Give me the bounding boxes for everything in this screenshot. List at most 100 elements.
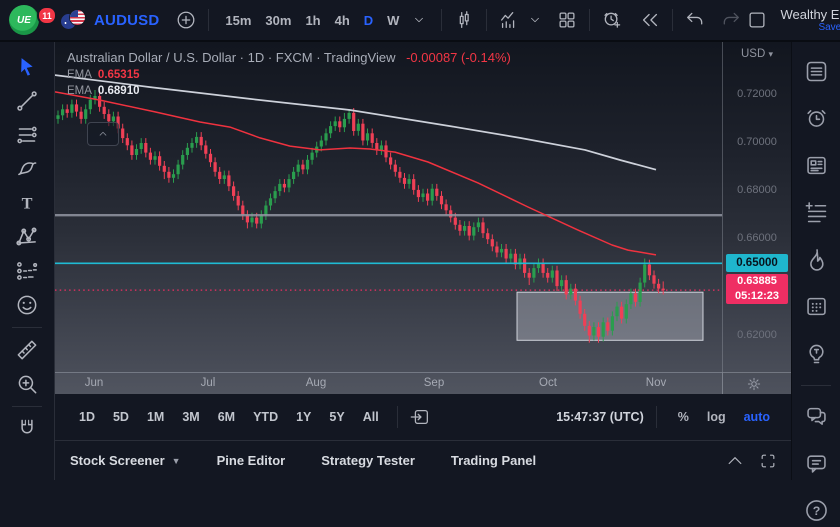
- alerts-icon: [803, 105, 830, 132]
- calendar-panel-button[interactable]: [799, 289, 833, 323]
- watchlist-panel-button[interactable]: [799, 54, 833, 88]
- broker-logo[interactable]: UE 11: [9, 5, 39, 35]
- redo-button[interactable]: [718, 7, 744, 33]
- divider: [656, 406, 657, 428]
- chat-private-panel-button[interactable]: [799, 446, 833, 480]
- chart-pane[interactable]: Australian Dollar / U.S. Dollar · 1D · F…: [55, 42, 722, 394]
- calendar-icon: [803, 293, 830, 320]
- forecast-tool-button[interactable]: [10, 254, 44, 288]
- range-5d-button[interactable]: 5D: [104, 410, 138, 424]
- timeframe-w[interactable]: W: [380, 13, 406, 28]
- zoom-in-tool-button[interactable]: [10, 367, 44, 401]
- pattern-tool-button[interactable]: [10, 220, 44, 254]
- indicator-templates-button[interactable]: [554, 7, 580, 33]
- svg-text:T: T: [22, 194, 33, 212]
- auto-scale-button[interactable]: auto: [735, 410, 779, 424]
- go-to-date-button[interactable]: [407, 404, 433, 430]
- range-all-button[interactable]: All: [354, 410, 388, 424]
- time-axis[interactable]: JunJulAugSepOctNov: [55, 372, 722, 394]
- us-flag-icon: [70, 10, 85, 25]
- timeframe-1h[interactable]: 1h: [298, 13, 327, 28]
- price-tick: 0.68000: [723, 184, 791, 196]
- range-1m-button[interactable]: 1M: [138, 410, 173, 424]
- chat-public-panel-button[interactable]: [799, 399, 833, 433]
- range-ytd-button[interactable]: YTD: [244, 410, 287, 424]
- divider: [12, 406, 42, 407]
- collapse-legend-button[interactable]: [87, 122, 119, 146]
- date-range-group: 1D5D1M3M6MYTD1Y5YAll: [70, 410, 388, 424]
- tab-pine-editor[interactable]: Pine Editor: [217, 453, 286, 468]
- emoji-icon: [14, 292, 40, 318]
- indicators-more-button[interactable]: [522, 7, 548, 33]
- layout-name-block[interactable]: Wealthy Edu Save: [780, 7, 840, 33]
- symbol-button[interactable]: AUDUSD: [61, 8, 159, 32]
- fib-lines-tool-button[interactable]: [10, 118, 44, 152]
- timeframe-15m[interactable]: 15m: [218, 13, 258, 28]
- range-3m-button[interactable]: 3M: [173, 410, 208, 424]
- save-layout-button[interactable]: Save: [818, 22, 840, 33]
- tab-strategy-tester[interactable]: Strategy Tester: [321, 453, 415, 468]
- ruler-tool-button[interactable]: [10, 333, 44, 367]
- chart-legend: Australian Dollar / U.S. Dollar · 1D · F…: [67, 50, 511, 97]
- log-scale-button[interactable]: log: [698, 410, 735, 424]
- select-layout-button[interactable]: [744, 7, 770, 33]
- maximize-panel-button[interactable]: [758, 451, 778, 471]
- symbol-name: AUDUSD: [94, 12, 159, 29]
- price-axis[interactable]: USD ▾ 0.720000.700000.680000.660000.6200…: [722, 42, 791, 394]
- open-panel-button[interactable]: [725, 451, 745, 471]
- ideas-icon: [803, 340, 830, 367]
- legend-change: -0.00087 (-0.14%): [406, 50, 511, 65]
- timeframe-more-button[interactable]: [406, 7, 432, 33]
- timeframe-30m[interactable]: 30m: [258, 13, 298, 28]
- axis-corner: [722, 372, 791, 394]
- ideas-panel-button[interactable]: [799, 336, 833, 370]
- timeframe-d[interactable]: D: [357, 13, 380, 28]
- bar-countdown: 05:12:23: [726, 289, 788, 304]
- tab-trading-panel[interactable]: Trading Panel: [451, 453, 536, 468]
- range-1y-button[interactable]: 1Y: [287, 410, 320, 424]
- time-tick: Oct: [539, 377, 557, 389]
- news-panel-button[interactable]: [799, 148, 833, 182]
- hotlist-panel-button[interactable]: [799, 242, 833, 276]
- support-price-label: 0.65000: [726, 254, 788, 272]
- help-panel-button[interactable]: ?: [799, 493, 833, 527]
- create-alert-button[interactable]: [599, 7, 625, 33]
- range-5y-button[interactable]: 5Y: [320, 410, 353, 424]
- percent-scale-button[interactable]: %: [669, 410, 698, 424]
- chevron-down-icon: ▾: [768, 49, 773, 59]
- trend-line-tool-button[interactable]: [10, 84, 44, 118]
- tab-label: Pine Editor: [217, 453, 286, 468]
- divider: [441, 9, 442, 31]
- indicators-button[interactable]: [496, 7, 522, 33]
- range-6m-button[interactable]: 6M: [209, 410, 244, 424]
- tab-stock-screener[interactable]: Stock Screener▼: [70, 453, 181, 468]
- legend-title-row[interactable]: Australian Dollar / U.S. Dollar · 1D · F…: [67, 50, 511, 65]
- text-tool-button[interactable]: T: [10, 186, 44, 220]
- axis-settings-button[interactable]: [745, 375, 763, 393]
- emoji-tool-button[interactable]: [10, 288, 44, 322]
- divider: [672, 9, 673, 31]
- currency-label: USD: [741, 48, 765, 60]
- fib-lines-icon: [14, 122, 40, 148]
- timeframe-4h[interactable]: 4h: [328, 13, 357, 28]
- legend-indicator-row[interactable]: EMA0.68910: [67, 85, 511, 97]
- time-tick: Jul: [201, 377, 216, 389]
- alerts-panel-button[interactable]: [799, 101, 833, 135]
- time-tick: Jun: [85, 377, 104, 389]
- pattern-icon: [14, 224, 40, 250]
- add-symbol-button[interactable]: [173, 7, 199, 33]
- notes-plus-panel-button[interactable]: [799, 195, 833, 229]
- chart-style-button[interactable]: [451, 7, 477, 33]
- legend-indicator-row[interactable]: EMA0.65315: [67, 69, 511, 81]
- indicator-value: 0.65315: [98, 69, 140, 81]
- cursor-tool-button[interactable]: [10, 50, 44, 84]
- currency-selector[interactable]: USD ▾: [723, 48, 791, 60]
- bar-replay-button[interactable]: [637, 7, 663, 33]
- news-icon: [803, 152, 830, 179]
- range-1d-button[interactable]: 1D: [70, 410, 104, 424]
- tabs: Stock Screener▼ Pine Editor Strategy Teste…: [70, 453, 572, 468]
- undo-button[interactable]: [682, 7, 708, 33]
- layout-square-icon: [746, 9, 768, 31]
- magnet-tool-button[interactable]: [10, 412, 44, 446]
- brush-tool-button[interactable]: [10, 152, 44, 186]
